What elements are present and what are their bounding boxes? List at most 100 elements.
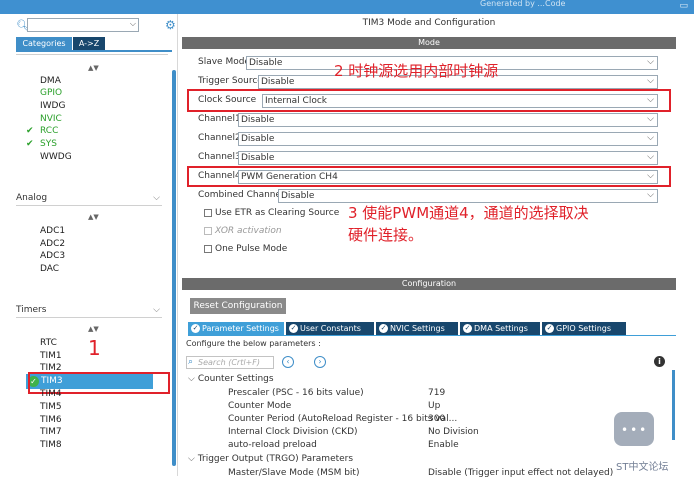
tab-nvic-settings[interactable]: ✓ NVIC Settings <box>376 322 458 335</box>
title-bar-fragment-b: Code <box>545 0 566 8</box>
tab-label: User Constants <box>300 324 361 333</box>
tree-item-gpio[interactable]: GPIO <box>40 87 62 99</box>
combined-channels-select[interactable]: Disable ⌵ <box>278 189 658 203</box>
field-channel2: Channel2 Disable ⌵ <box>198 132 658 146</box>
param-name: Prescaler (PSC - 16 bits value) <box>228 388 364 398</box>
divider <box>16 54 168 55</box>
channel2-select[interactable]: Disable ⌵ <box>238 132 658 146</box>
tree-item-adc2[interactable]: ADC2 <box>40 238 65 250</box>
search-next-icon[interactable]: › <box>314 356 326 368</box>
tab-dma-settings[interactable]: ✓ DMA Settings <box>460 322 540 335</box>
field-label: Combined Channels <box>198 190 289 200</box>
field-label: Channel2 <box>198 133 241 143</box>
sort-icon[interactable]: ▲▼ <box>88 64 99 72</box>
tab-label: GPIO Settings <box>556 324 612 333</box>
check-circle-icon: ✓ <box>289 324 298 333</box>
tree-item-tim6[interactable]: TIM6 <box>40 414 62 426</box>
tab-label: Parameter Settings <box>202 324 279 333</box>
tab-underline <box>16 50 172 52</box>
param-name: Counter Period (AutoReload Register - 16… <box>228 414 458 424</box>
tab-categories[interactable]: Categories <box>16 37 72 50</box>
tab-user-constants[interactable]: ✓ User Constants <box>286 322 374 335</box>
tree-item-dac[interactable]: DAC <box>40 263 59 275</box>
checkbox-box[interactable] <box>204 245 212 253</box>
annotation-text-3-line2: 硬件连接。 <box>348 226 424 244</box>
tree-item-rtc[interactable]: RTC <box>40 337 57 349</box>
chevron-down-icon[interactable]: ⌵ <box>188 374 195 384</box>
category-timers[interactable]: Timers ⌵ <box>16 302 162 318</box>
tree-item-sys[interactable]: ✔ SYS <box>26 138 57 150</box>
tree-item-tim8[interactable]: TIM8 <box>40 439 62 451</box>
tab-gpio-settings[interactable]: ✓ GPIO Settings <box>542 322 626 335</box>
tree-item-tim5[interactable]: TIM5 <box>40 401 62 413</box>
chevron-down-icon[interactable]: ⌵ <box>647 132 654 144</box>
checkbox-use-etr[interactable]: Use ETR as Clearing Source <box>204 208 344 220</box>
checkbox-box[interactable] <box>204 209 212 217</box>
annotation-box-channel4 <box>187 166 671 187</box>
annotation-box-clock-source <box>187 89 671 112</box>
tree-item-adc3[interactable]: ADC3 <box>40 250 65 262</box>
tree-item-nvic[interactable]: NVIC <box>40 113 62 125</box>
checkbox-one-pulse-mode[interactable]: One Pulse Mode <box>204 244 344 256</box>
tab-label: NVIC Settings <box>390 324 445 333</box>
param-name: Counter Mode <box>228 401 292 411</box>
check-circle-icon: ✓ <box>545 324 554 333</box>
tree-item-tim7[interactable]: TIM7 <box>40 426 62 438</box>
category-analog[interactable]: Analog ⌵ <box>16 190 162 206</box>
reset-configuration-button[interactable]: Reset Configuration <box>190 298 286 314</box>
chevron-down-icon[interactable]: ⌵ <box>188 454 195 464</box>
sort-icon[interactable]: ▲▼ <box>88 325 99 333</box>
tree-item-iwdg[interactable]: IWDG <box>40 100 65 112</box>
chevron-down-icon[interactable]: ⌵ <box>647 75 654 87</box>
tab-label: DMA Settings <box>474 324 528 333</box>
chevron-down-icon[interactable]: ⌵ <box>130 19 136 29</box>
checkbox-box <box>204 227 212 235</box>
channel1-select[interactable]: Disable ⌵ <box>238 113 658 127</box>
tree-item-dma[interactable]: DMA <box>40 75 61 87</box>
gear-icon[interactable]: ⚙ <box>165 18 176 32</box>
parameter-search-input[interactable]: ⌕ Search (Crtl+F) <box>186 356 274 369</box>
channel3-select[interactable]: Disable ⌵ <box>238 151 658 165</box>
param-value[interactable]: 300 <box>428 414 445 424</box>
chevron-down-icon[interactable]: ⌵ <box>647 189 654 201</box>
chevron-down-icon[interactable]: ⌵ <box>647 151 654 163</box>
tree-group-trigger-output[interactable]: ⌵ Trigger Output (TRGO) Parameters <box>188 454 353 464</box>
panel-title: TIM3 Mode and Configuration <box>362 18 496 28</box>
param-value[interactable]: No Division <box>428 427 479 437</box>
param-value[interactable]: 719 <box>428 388 445 398</box>
tree-item-rcc[interactable]: ✔ RCC <box>26 125 58 137</box>
configuration-section-header: Configuration <box>182 278 676 290</box>
window-control-icon[interactable]: ▭ <box>679 1 688 11</box>
chat-bubble-icon: ••• <box>614 412 654 446</box>
chevron-down-icon[interactable]: ⌵ <box>153 190 160 206</box>
checkbox-label: XOR activation <box>215 226 282 236</box>
param-name: Internal Clock Division (CKD) <box>228 427 358 437</box>
tree-scrollbar[interactable] <box>172 70 176 466</box>
tree-item-tim1[interactable]: TIM1 <box>40 350 62 362</box>
peripheral-tree-panel: 🔍︎ ⌵ ⚙ Categories A->Z ▲▼ DMA GPIO IWDG … <box>12 14 178 476</box>
tree-group-counter-settings[interactable]: ⌵ Counter Settings <box>188 374 274 384</box>
chevron-down-icon[interactable]: ⌵ <box>647 113 654 125</box>
info-icon[interactable]: i <box>654 356 665 367</box>
param-value[interactable]: Disable (Trigger input effect not delaye… <box>428 468 613 478</box>
tree-item-adc1[interactable]: ADC1 <box>40 225 65 237</box>
tab-parameter-settings[interactable]: ✓ Parameter Settings <box>188 322 284 335</box>
annotation-text-2: 2 时钟源选用内部时钟源 <box>334 62 499 80</box>
select-value: Disable <box>261 77 295 87</box>
tree-item-wwdg[interactable]: WWDG <box>40 151 72 163</box>
chevron-down-icon[interactable]: ⌵ <box>647 56 654 68</box>
param-value[interactable]: Enable <box>428 440 459 450</box>
sort-icon[interactable]: ▲▼ <box>88 213 99 221</box>
checkbox-xor-activation: XOR activation <box>204 226 344 238</box>
watermark-text: ST中文论坛 <box>616 462 669 473</box>
tree-item-tim4[interactable]: TIM4 <box>40 388 62 400</box>
param-value[interactable]: Up <box>428 401 440 411</box>
mode-config-panel: TIM3 Mode and Configuration Mode Slave M… <box>182 14 676 484</box>
tree-search-input[interactable]: ⌵ <box>27 18 139 32</box>
mode-section-header: Mode <box>182 37 676 49</box>
category-label: Timers <box>16 305 47 315</box>
checkbox-label: One Pulse Mode <box>215 244 288 254</box>
tab-a-to-z[interactable]: A->Z <box>73 37 105 50</box>
chevron-down-icon[interactable]: ⌵ <box>153 302 160 318</box>
search-prev-icon[interactable]: ‹ <box>282 356 294 368</box>
